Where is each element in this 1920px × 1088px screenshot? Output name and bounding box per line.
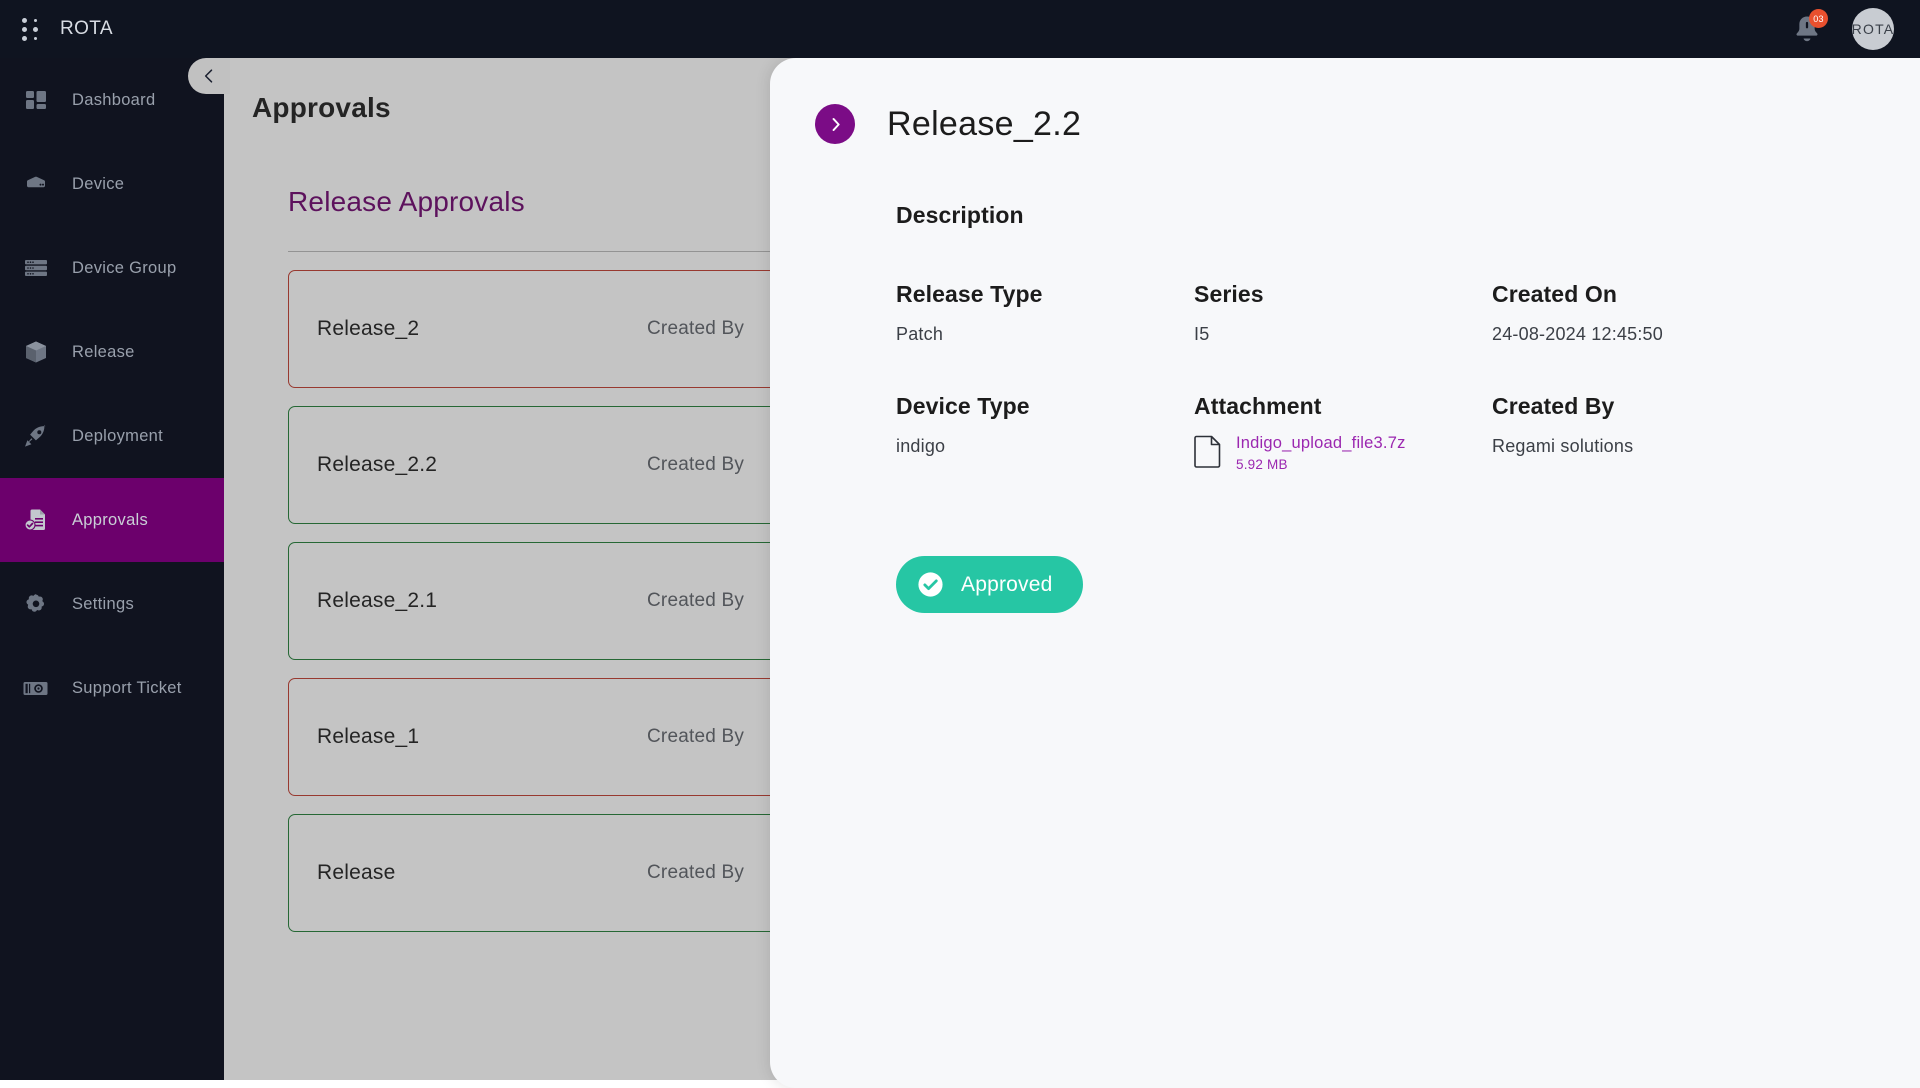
file-document-icon bbox=[1194, 435, 1221, 468]
sidebar-item-deployment[interactable]: Deployment bbox=[0, 394, 224, 478]
rocket-icon bbox=[22, 422, 50, 450]
document-check-icon bbox=[22, 506, 50, 534]
sidebar: Dashboard Device Device Group Release De… bbox=[0, 58, 224, 1080]
check-circle-icon bbox=[918, 572, 943, 597]
drawer-title: Release_2.2 bbox=[887, 104, 1082, 143]
field-value: Patch bbox=[896, 324, 944, 344]
notification-badge: 03 bbox=[1809, 9, 1828, 28]
sidebar-item-support-ticket[interactable]: Support Ticket bbox=[0, 646, 224, 730]
field-label: Attachment bbox=[1194, 393, 1322, 419]
dot-grid-logo-icon bbox=[22, 16, 42, 42]
field-release-type: Release Type Patch bbox=[896, 281, 1194, 345]
avatar[interactable]: ROTA bbox=[1852, 8, 1894, 50]
field-label: Created By bbox=[1492, 393, 1615, 419]
dashboard-grid-icon bbox=[22, 86, 50, 114]
device-group-icon bbox=[22, 254, 50, 282]
sidebar-item-label: Support Ticket bbox=[72, 678, 182, 697]
sidebar-item-label: Device bbox=[72, 174, 125, 193]
sidebar-item-label: Device Group bbox=[72, 258, 177, 277]
description-label: Description bbox=[896, 202, 1024, 228]
notification-button[interactable]: 03 bbox=[1790, 9, 1828, 46]
field-value: Regami solutions bbox=[1492, 436, 1634, 456]
release-detail-drawer: Release_2.2 Description Release Type Pat… bbox=[770, 58, 1920, 1088]
field-created-on: Created On 24-08-2024 12:45:50 bbox=[1492, 281, 1920, 345]
brand-name: ROTA bbox=[60, 18, 113, 39]
field-value: indigo bbox=[896, 436, 946, 456]
ticket-icon bbox=[22, 674, 50, 702]
sidebar-item-label: Release bbox=[72, 342, 135, 361]
box-package-icon bbox=[22, 338, 50, 366]
top-bar-actions: 03 ROTA bbox=[1790, 8, 1920, 50]
field-value: I5 bbox=[1194, 324, 1210, 344]
top-bar: ROTA 03 ROTA bbox=[0, 0, 1920, 58]
sidebar-item-release[interactable]: Release bbox=[0, 310, 224, 394]
approved-button-label: Approved bbox=[961, 572, 1053, 596]
detail-fields-row-1: Release Type Patch Series I5 Created On … bbox=[896, 281, 1920, 345]
field-label: Created On bbox=[1492, 281, 1617, 307]
gear-icon bbox=[22, 590, 50, 618]
device-server-icon bbox=[22, 170, 50, 198]
field-attachment: Attachment Indigo_upload_file3.7z 5.92 M… bbox=[1194, 393, 1492, 472]
chevron-right-icon bbox=[832, 117, 840, 131]
sidebar-item-device-group[interactable]: Device Group bbox=[0, 226, 224, 310]
sidebar-collapse-button[interactable] bbox=[188, 58, 230, 94]
attachment-size: 5.92 MB bbox=[1236, 457, 1288, 472]
field-label: Series bbox=[1194, 281, 1264, 307]
sidebar-item-label: Settings bbox=[72, 594, 135, 613]
detail-fields-row-2: Device Type indigo Attachment Indigo_upl… bbox=[896, 393, 1920, 472]
drawer-close-button[interactable] bbox=[815, 104, 855, 144]
field-series: Series I5 bbox=[1194, 281, 1492, 345]
approved-status-button[interactable]: Approved bbox=[896, 556, 1083, 613]
attachment-name[interactable]: Indigo_upload_file3.7z bbox=[1236, 434, 1406, 453]
field-label: Device Type bbox=[896, 393, 1030, 419]
sidebar-item-label: Deployment bbox=[72, 426, 164, 445]
brand-logo[interactable]: ROTA bbox=[0, 0, 113, 58]
field-label: Release Type bbox=[896, 281, 1043, 307]
chevron-left-icon bbox=[204, 69, 213, 83]
field-value: 24-08-2024 12:45:50 bbox=[1492, 324, 1663, 344]
sidebar-item-approvals[interactable]: Approvals bbox=[0, 478, 224, 562]
attachment-item[interactable]: Indigo_upload_file3.7z 5.92 MB bbox=[1194, 434, 1492, 472]
field-created-by: Created By Regami solutions bbox=[1492, 393, 1920, 472]
sidebar-item-settings[interactable]: Settings bbox=[0, 562, 224, 646]
sidebar-item-label: Dashboard bbox=[72, 90, 156, 109]
sidebar-item-device[interactable]: Device bbox=[0, 142, 224, 226]
drawer-header: Release_2.2 bbox=[770, 58, 1920, 144]
sidebar-item-label: Approvals bbox=[72, 510, 149, 529]
field-device-type: Device Type indigo bbox=[896, 393, 1194, 472]
